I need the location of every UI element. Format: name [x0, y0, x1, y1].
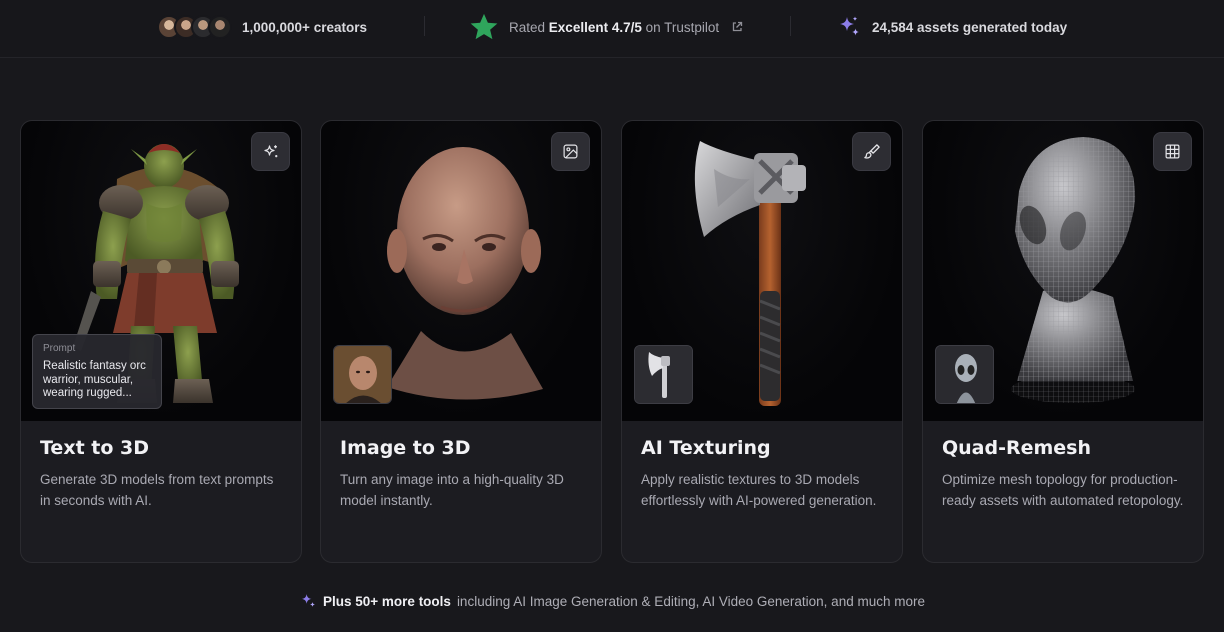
- divider: [790, 16, 791, 36]
- prompt-label: Prompt: [43, 343, 76, 354]
- sparkles-icon: [301, 594, 315, 607]
- sparkles-icon: [263, 144, 277, 157]
- card-media: Prompt Realistic fantasy orc warrior, mu…: [21, 121, 301, 421]
- card-media: [923, 121, 1203, 421]
- creator-avatars: [157, 15, 232, 39]
- card-description: Generate 3D models from text prompts in …: [40, 472, 274, 508]
- card-quad-remesh[interactable]: Quad-Remesh Optimize mesh topology for p…: [922, 120, 1204, 563]
- creators-stat: 1,000,000+ creators: [157, 0, 367, 54]
- text-to-3d-mode-button[interactable]: [251, 132, 290, 171]
- assets-count: 24,584 assets generated today: [872, 19, 1068, 35]
- avatar: [208, 15, 232, 39]
- image-to-3d-mode-button[interactable]: [551, 132, 590, 171]
- more-tools-highlight: Plus 50+ more tools: [323, 593, 451, 609]
- card-media: [622, 121, 902, 421]
- source-photo-icon: [334, 346, 391, 403]
- card-ai-texturing[interactable]: AI Texturing Apply realistic textures to…: [621, 120, 903, 563]
- axe-icon: [635, 346, 692, 403]
- card-title: Text to 3D: [40, 437, 150, 459]
- card-text-to-3d[interactable]: Prompt Realistic fantasy orc warrior, mu…: [20, 120, 302, 563]
- rating-prefix: Rated: [509, 19, 546, 35]
- trustpilot-rating[interactable]: Rated Excellent 4.7/5 on Trustpilot: [469, 0, 743, 54]
- assets-stat: 24,584 assets generated today: [836, 0, 1067, 54]
- source-image-thumbnail: [333, 345, 392, 404]
- trustpilot-star-icon: [470, 13, 498, 40]
- paintbrush-icon: [863, 143, 880, 159]
- more-tools-text: including AI Image Generation & Editing,…: [456, 593, 925, 609]
- image-icon: [563, 144, 578, 159]
- sparkles-icon: [840, 16, 859, 36]
- grid-icon: [1165, 144, 1180, 159]
- untextured-axe-thumbnail: [634, 345, 693, 404]
- alien-bust-thumbnail: [935, 345, 994, 404]
- card-title: AI Texturing: [641, 437, 771, 459]
- card-description: Turn any image into a high-quality 3D mo…: [340, 472, 564, 508]
- rating-text: Rated Excellent 4.7/5 on Trustpilot: [509, 20, 719, 35]
- card-media: [321, 121, 601, 421]
- prompt-preview: Prompt Realistic fantasy orc warrior, mu…: [32, 334, 162, 409]
- card-title: Quad-Remesh: [942, 437, 1092, 459]
- card-title: Image to 3D: [340, 437, 471, 459]
- alien-bust-icon: [936, 346, 993, 403]
- card-description: Optimize mesh topology for production-re…: [942, 472, 1184, 508]
- divider: [424, 16, 425, 36]
- more-tools-line: Plus 50+ more tools including AI Image G…: [0, 592, 1224, 610]
- card-description: Apply realistic textures to 3D models ef…: [641, 472, 877, 508]
- quad-remesh-mode-button[interactable]: [1153, 132, 1192, 171]
- external-link-icon: [733, 21, 743, 32]
- rating-suffix: on Trustpilot: [645, 19, 720, 35]
- creators-count: 1,000,000+ creators: [242, 19, 367, 35]
- stats-bar: 1,000,000+ creators Rated Excellent 4.7/…: [0, 0, 1224, 58]
- prompt-text: Realistic fantasy orc warrior, muscular,…: [43, 360, 146, 399]
- card-image-to-3d[interactable]: Image to 3D Turn any image into a high-q…: [320, 120, 602, 563]
- ai-texturing-mode-button[interactable]: [852, 132, 891, 171]
- rating-value: 4.7/5: [611, 19, 642, 35]
- rating-word: Excellent: [548, 19, 609, 35]
